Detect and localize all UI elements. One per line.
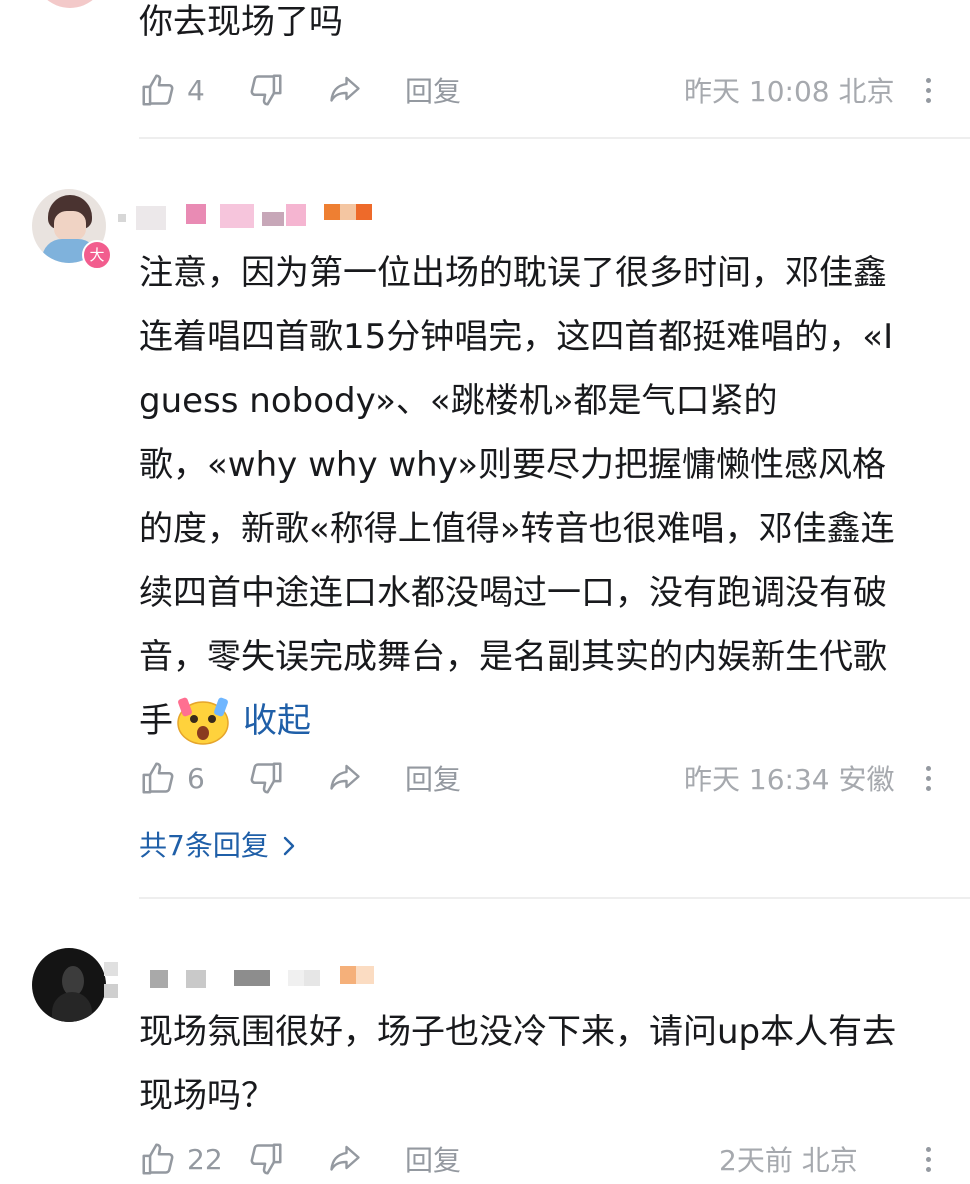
dislike-icon[interactable] bbox=[247, 71, 285, 109]
comment-divider bbox=[139, 897, 970, 899]
comment-text: 注意，因为第一位出场的耽误了很多时间，邓佳鑫 连着唱四首歌15分钟唱完，这四首都… bbox=[139, 241, 895, 753]
more-icon[interactable] bbox=[923, 765, 933, 791]
dislike-icon[interactable] bbox=[247, 1140, 285, 1178]
share-icon[interactable] bbox=[327, 72, 363, 108]
like-icon[interactable] bbox=[139, 759, 177, 797]
comment-actions: 6 回复 昨天 16:34 安徽 bbox=[139, 753, 939, 803]
emoji-icon bbox=[175, 696, 231, 746]
like-count: 22 bbox=[187, 1142, 223, 1176]
comment-time-location: 2天前 北京 bbox=[719, 1144, 858, 1177]
comment-time-location: 昨天 10:08 北京 bbox=[684, 75, 895, 108]
comment-actions: 4 回复 昨天 10:08 北京 bbox=[139, 65, 939, 115]
view-replies-link[interactable]: 共7条回复 bbox=[139, 826, 297, 866]
commenter-avatar[interactable] bbox=[34, 0, 106, 8]
comment-text: 现场氛围很好，场子也没冷下来，请问up本人有去 现场吗？ bbox=[139, 1012, 897, 1116]
username-blurred[interactable] bbox=[104, 958, 384, 998]
more-icon[interactable] bbox=[923, 77, 933, 103]
comment-divider bbox=[139, 137, 970, 139]
comment-text: 你去现场了吗 bbox=[139, 2, 343, 42]
comment-actions: 22 回复 2天前 北京 bbox=[139, 1134, 939, 1184]
share-icon[interactable] bbox=[327, 1141, 363, 1177]
dislike-icon[interactable] bbox=[247, 759, 285, 797]
commenter-avatar[interactable] bbox=[32, 948, 106, 1022]
reply-button[interactable]: 回复 bbox=[405, 70, 461, 110]
like-icon[interactable] bbox=[139, 1140, 177, 1178]
chevron-right-icon bbox=[281, 834, 297, 858]
username-blurred[interactable] bbox=[118, 198, 378, 238]
comment-time-location: 昨天 16:34 安徽 bbox=[684, 763, 895, 796]
like-icon[interactable] bbox=[139, 71, 177, 109]
collapse-link[interactable]: 收起 bbox=[243, 689, 311, 753]
more-icon[interactable] bbox=[923, 1146, 933, 1172]
reply-button[interactable]: 回复 bbox=[405, 758, 461, 798]
like-count: 6 bbox=[187, 761, 205, 795]
level-badge: 大 bbox=[82, 240, 112, 270]
share-icon[interactable] bbox=[327, 760, 363, 796]
like-count: 4 bbox=[187, 73, 205, 107]
reply-button[interactable]: 回复 bbox=[405, 1139, 461, 1179]
